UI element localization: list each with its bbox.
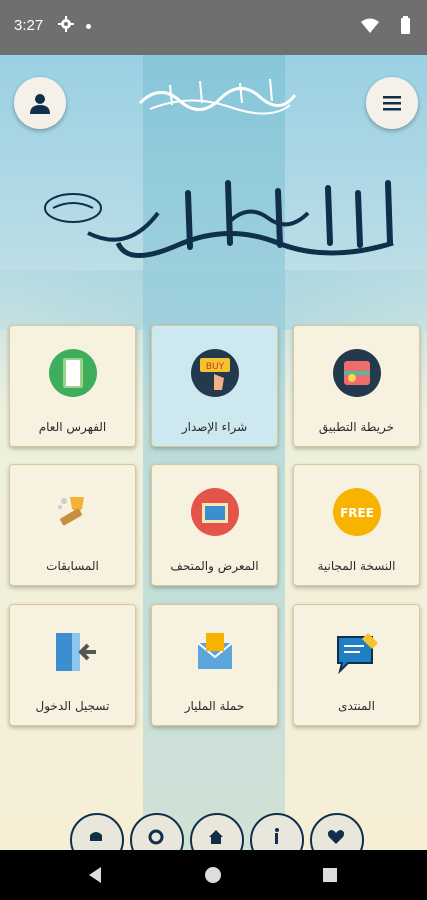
home-icon [209, 830, 223, 844]
user-icon [30, 94, 50, 114]
status-bar: 3:27 [0, 0, 427, 55]
mail-icon [197, 633, 233, 669]
app-logo [130, 73, 305, 117]
tile-label: المسابقات [46, 559, 99, 573]
login-icon [56, 633, 96, 671]
tile-app-map[interactable]: خريطة التطبيق [293, 325, 420, 447]
tile-label: النسخة المجانية [317, 559, 396, 573]
bottom-alarm-button[interactable] [70, 813, 124, 850]
tile-billion-campaign[interactable]: حملة المليار [151, 604, 278, 726]
free-icon: FREE [333, 488, 381, 536]
tile-label: المنتدى [338, 699, 375, 713]
tile-buy-version[interactable]: BUY شراء الإصدار [151, 325, 278, 447]
tile-forum[interactable]: المنتدى [293, 604, 420, 726]
system-nav-bar [0, 850, 427, 900]
wifi-icon [361, 18, 379, 33]
notification-dot-icon [86, 24, 91, 29]
tile-label: حملة المليار [184, 699, 245, 713]
tile-label: شراء الإصدار [181, 420, 248, 434]
hero-calligraphy-icon [44, 180, 394, 258]
tile-label: تسجيل الدخول [35, 699, 110, 713]
bottom-favorite-button[interactable] [310, 813, 364, 850]
tile-label: الفهرس العام [38, 420, 107, 434]
tile-gallery-museum[interactable]: المعرض والمتحف [151, 464, 278, 586]
tile-free-version[interactable]: FREE النسخة المجانية [293, 464, 420, 586]
buy-icon: BUY [191, 349, 239, 397]
hero-calligraphy [28, 173, 408, 273]
forum-icon [337, 633, 378, 675]
svg-text:BUY: BUY [206, 362, 225, 372]
tile-login[interactable]: تسجيل الدخول [9, 604, 136, 726]
recents-icon[interactable] [320, 865, 340, 885]
status-time: 3:27 [14, 17, 44, 34]
app-screen: خريطة التطبيق BUY شراء الإصدار الفهرس ال… [0, 55, 427, 850]
battery-icon [401, 16, 410, 34]
back-icon[interactable] [86, 865, 106, 885]
info-icon [275, 828, 279, 844]
calligraphy-logo-icon [138, 78, 297, 115]
tile-label: المعرض والمتحف [170, 559, 259, 573]
menu-button[interactable] [366, 77, 418, 129]
book-icon [49, 349, 97, 397]
trophy-icon [58, 497, 84, 526]
home-nav-icon[interactable] [203, 865, 223, 885]
tile-label: خريطة التطبيق [318, 420, 395, 434]
profile-button[interactable] [14, 77, 66, 129]
background-band [0, 270, 427, 330]
svg-text:FREE: FREE [340, 506, 374, 520]
gear-icon [58, 16, 74, 32]
heart-icon [327, 830, 345, 844]
tile-general-index[interactable]: الفهرس العام [9, 325, 136, 447]
tile-competitions[interactable]: المسابقات [9, 464, 136, 586]
hamburger-menu-icon [383, 96, 401, 111]
map-icon [333, 349, 381, 397]
settings-icon [148, 829, 164, 845]
gallery-icon [191, 488, 239, 536]
alarm-icon [90, 832, 102, 841]
